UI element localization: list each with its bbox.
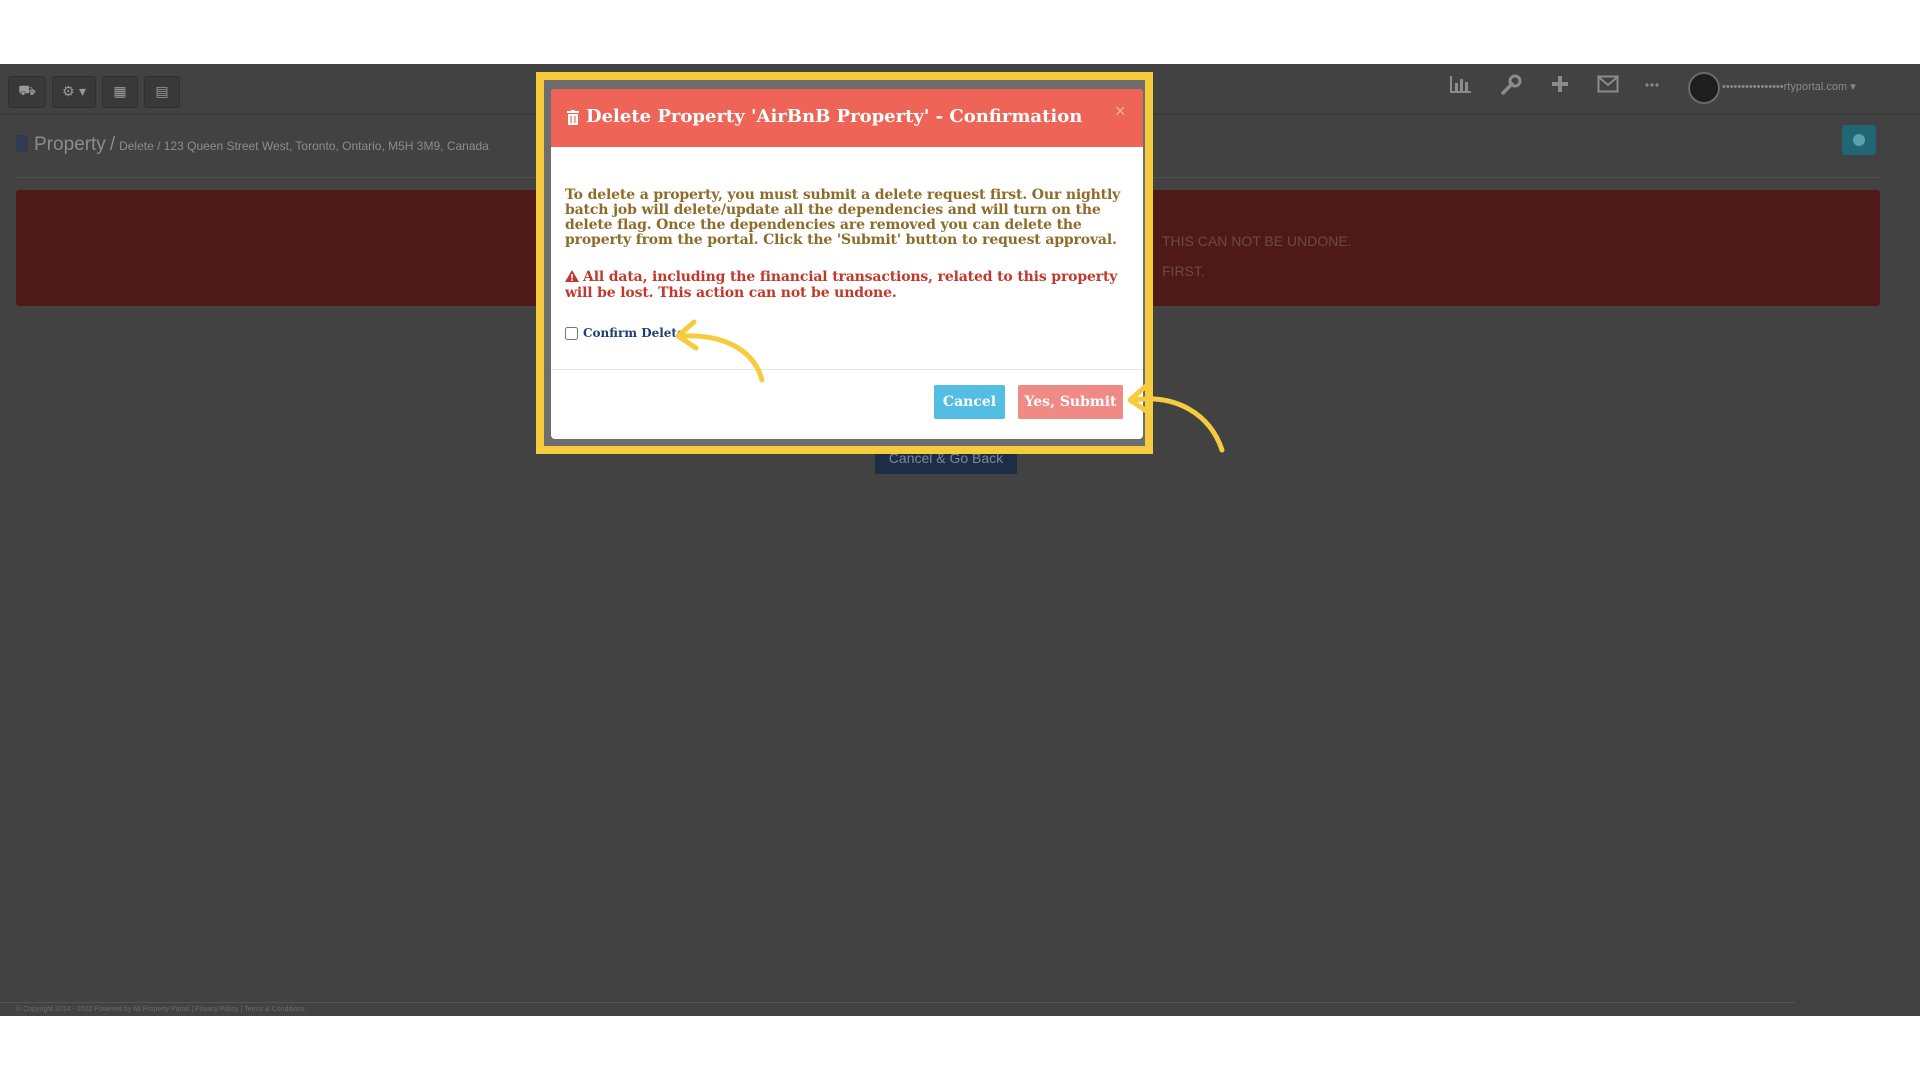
modal-warning: All data, including the financial transa… xyxy=(565,269,1131,301)
info-button[interactable] xyxy=(1842,125,1876,155)
cancel-button[interactable]: Cancel xyxy=(934,385,1005,419)
breadcrumb: Property / Delete / 123 Queen Street West,… xyxy=(16,134,489,156)
breadcrumb-separator: / xyxy=(109,134,116,155)
modal-body-text: To delete a property, you must submit a … xyxy=(565,187,1121,248)
arrow-to-submit-icon xyxy=(1127,383,1225,453)
envelope-icon[interactable] xyxy=(1597,75,1619,93)
calculator-icon: ▤ xyxy=(155,84,169,100)
calendar-button[interactable]: ▦ xyxy=(102,76,138,108)
modal-header: Delete Property 'AirBnB Property' - Conf… xyxy=(551,89,1143,147)
footer-divider xyxy=(0,1002,1795,1003)
arrow-to-checkbox-icon xyxy=(675,319,765,383)
alert-text-line2: FIRST. xyxy=(1162,263,1205,279)
info-icon xyxy=(1853,134,1865,146)
calendar-icon: ▦ xyxy=(113,84,127,100)
confirm-delete-row[interactable]: Confirm Delete xyxy=(565,326,685,340)
car-icon-button[interactable]: ⛟ xyxy=(8,76,46,108)
yes-submit-button[interactable]: Yes, Submit xyxy=(1018,385,1123,419)
page-title: Property xyxy=(34,134,106,155)
warning-text: All data, including the financial transa… xyxy=(565,269,1118,301)
user-email-dropdown[interactable]: ••••••••••••••••rtyportal.com ▾ xyxy=(1722,80,1856,93)
delete-confirmation-modal: Delete Property 'AirBnB Property' - Conf… xyxy=(551,89,1143,439)
wrench-icon[interactable] xyxy=(1500,74,1522,96)
trash-icon xyxy=(567,110,579,125)
modal-footer-divider xyxy=(551,369,1143,370)
breadcrumb-subpath: Delete / 123 Queen Street West, Toronto,… xyxy=(119,139,489,153)
footer-copyright: © Copyright 2014 - 2022 Powered by All P… xyxy=(16,1006,305,1013)
modal-title: Delete Property 'AirBnB Property' - Conf… xyxy=(586,106,1083,127)
alert-text-line1: THIS CAN NOT BE UNDONE. xyxy=(1162,233,1352,249)
gear-icon: ⚙ ▾ xyxy=(61,84,87,100)
user-avatar[interactable] xyxy=(1688,72,1720,104)
plus-icon[interactable] xyxy=(1550,74,1570,94)
ellipsis-icon[interactable] xyxy=(1645,82,1659,88)
bar-chart-icon[interactable] xyxy=(1449,74,1473,94)
confirm-delete-checkbox[interactable] xyxy=(565,326,578,340)
settings-dropdown-button[interactable]: ⚙ ▾ xyxy=(52,76,96,108)
car-icon: ⛟ xyxy=(18,83,36,99)
warning-icon xyxy=(565,270,579,282)
calculator-button[interactable]: ▤ xyxy=(144,76,180,108)
building-icon xyxy=(16,135,28,152)
close-button[interactable]: × xyxy=(1115,101,1126,122)
